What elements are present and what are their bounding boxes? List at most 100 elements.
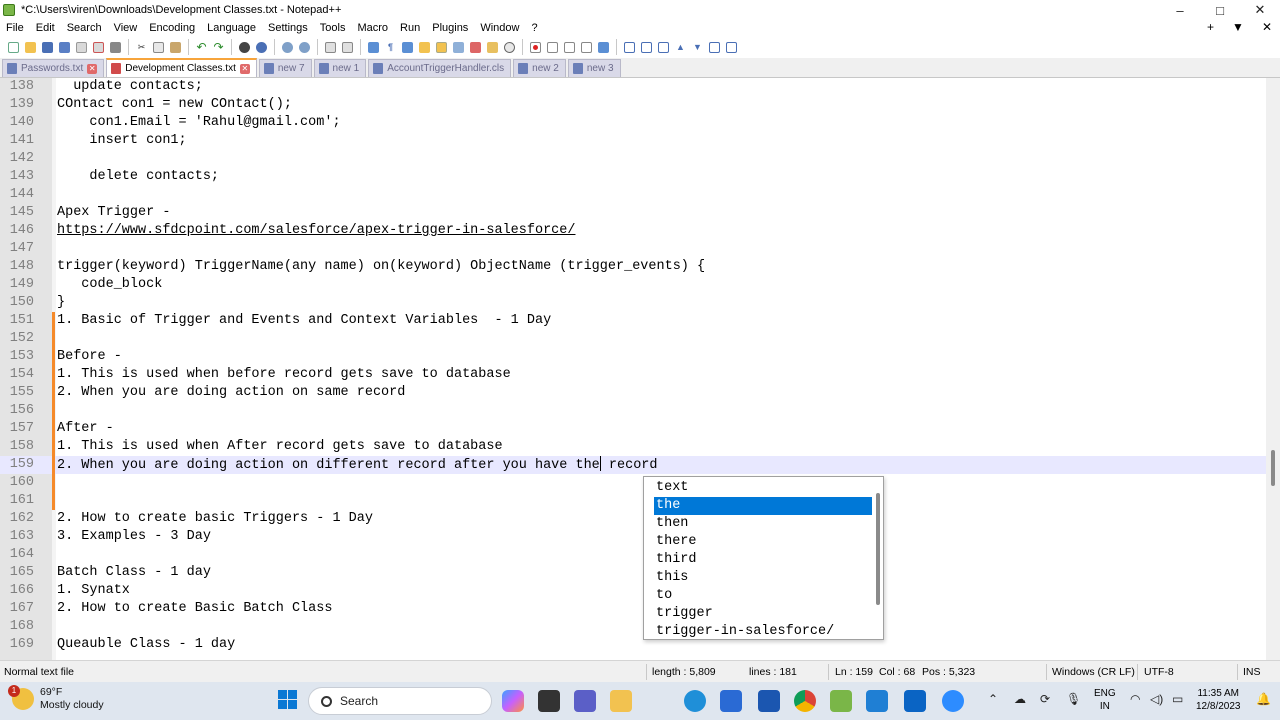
editor-line[interactable]: 147 [0,240,1266,258]
open-file-icon[interactable] [23,40,38,55]
menu-plugins[interactable]: Plugins [432,22,468,34]
autocomplete-item[interactable]: this [654,569,872,587]
sync-icon[interactable]: ⟳ [1040,692,1050,706]
close-all-icon[interactable] [91,40,106,55]
autocomplete-scrollbar[interactable] [876,493,880,605]
tab-close-icon[interactable]: ✕ [239,63,250,74]
tab-new-2[interactable]: new 2 [513,59,566,77]
save-macro-icon[interactable] [596,40,611,55]
stop-macro-icon[interactable] [545,40,560,55]
task-view-icon[interactable] [538,690,560,712]
editor-line[interactable]: 138 update contacts; [0,78,1266,96]
editor-line[interactable]: 160 [0,474,1266,492]
editor-line[interactable]: 146 https://www.sfdcpoint.com/salesforce/… [0,222,1266,240]
undo-icon[interactable]: ↶ [194,40,209,55]
show-hidden-icons[interactable]: ⌃ [988,692,998,706]
tab-development-classes[interactable]: Development Classes.txt ✕ [106,58,257,77]
folder-workspace-icon[interactable] [485,40,500,55]
plugin-b-icon[interactable] [639,40,654,55]
editor-line[interactable]: 163 3. Examples - 3 Day [0,528,1266,546]
editor-line[interactable]: 141 insert con1; [0,132,1266,150]
play-macro-icon[interactable] [562,40,577,55]
autocomplete-item-selected[interactable]: the [654,497,872,515]
run-macro-multiple-icon[interactable] [579,40,594,55]
store-icon[interactable] [720,690,742,712]
autocomplete-item[interactable]: then [654,515,872,533]
editor-line[interactable]: 143 delete contacts; [0,168,1266,186]
cut-icon[interactable]: ✂ [134,40,149,55]
show-all-chars-icon[interactable]: ¶ [383,40,398,55]
editor-line[interactable]: 156 [0,402,1266,420]
editor-line[interactable]: 155 2. When you are doing action on same … [0,384,1266,402]
status-encoding[interactable]: UTF-8 [1144,666,1174,678]
editor-line[interactable]: 168 [0,618,1266,636]
indent-guide-icon[interactable] [400,40,415,55]
replace-icon[interactable] [254,40,269,55]
zoom-icon[interactable] [942,690,964,712]
tab-passwords[interactable]: Passwords.txt ✕ [2,59,105,77]
new-file-icon[interactable] [6,40,21,55]
tab-new-1[interactable]: new 1 [313,59,367,77]
autocomplete-item[interactable]: to [654,587,872,605]
menu-language[interactable]: Language [207,22,256,34]
editor-line[interactable]: 154 1. This is used when before record ge… [0,366,1266,384]
editor-line[interactable]: 164 [0,546,1266,564]
editor-line[interactable]: 142 [0,150,1266,168]
cloud-icon[interactable]: ☁ [1014,692,1026,706]
menu-run[interactable]: Run [400,22,420,34]
menu-macro[interactable]: Macro [357,22,388,34]
scrollbar-thumb[interactable] [1271,450,1275,486]
battery-icon[interactable]: ▭ [1172,692,1183,706]
find-icon[interactable] [237,40,252,55]
tab-list-button[interactable]: ▼ [1232,20,1244,34]
editor-line[interactable]: 145 Apex Trigger - [0,204,1266,222]
plugin-c-icon[interactable] [656,40,671,55]
plugin-a-icon[interactable] [622,40,637,55]
maximize-button[interactable]: □ [1200,0,1240,20]
zoom-out-icon[interactable] [297,40,312,55]
editor-line[interactable]: 157 After - [0,420,1266,438]
taskbar-search[interactable]: Search [308,687,492,715]
notifications-icon[interactable]: 🔔 [1256,692,1271,706]
editor-line[interactable]: 162 2. How to create basic Triggers - 1 D… [0,510,1266,528]
tab-new-3[interactable]: new 3 [567,59,621,77]
editor-line[interactable]: 161 [0,492,1266,510]
paste-icon[interactable] [168,40,183,55]
editor-line[interactable]: 148 trigger(keyword) TriggerName(any name… [0,258,1266,276]
status-eol[interactable]: Windows (CR LF) [1052,666,1135,678]
autocomplete-item[interactable]: third [654,551,872,569]
redo-icon[interactable]: ↷ [211,40,226,55]
editor-line[interactable]: 151 1. Basic of Trigger and Events and Co… [0,312,1266,330]
autocomplete-item[interactable]: text [654,479,872,497]
record-macro-icon[interactable] [528,40,543,55]
menu-encoding[interactable]: Encoding [149,22,195,34]
microphone-icon[interactable]: 🎙 [1066,692,1081,706]
doc-list-icon[interactable] [451,40,466,55]
save-all-icon[interactable] [57,40,72,55]
text-editor[interactable]: 138 update contacts; 139 COntact con1 = ne… [0,78,1280,660]
editor-line[interactable]: 165 Batch Class - 1 day [0,564,1266,582]
editor-line[interactable]: 152 [0,330,1266,348]
vscode-icon[interactable] [866,690,888,712]
sync-vertical-icon[interactable] [323,40,338,55]
move-down-icon[interactable]: ▼ [690,40,705,55]
input-language[interactable]: ENG IN [1094,687,1116,713]
autocomplete-item[interactable]: trigger [654,605,872,623]
doc-map-icon[interactable] [434,40,449,55]
file-explorer-icon[interactable] [610,690,632,712]
editor-line[interactable]: 166 1. Synatx [0,582,1266,600]
new-tab-button[interactable]: + [1207,20,1214,34]
print-icon[interactable] [108,40,123,55]
wifi-icon[interactable]: ◠ [1130,692,1140,706]
menu-tools[interactable]: Tools [320,22,346,34]
current-line[interactable]: 159 2. When you are doing action on diffe… [0,456,1266,474]
outlook-new-icon[interactable] [758,690,780,712]
close-button[interactable]: ✕ [1240,0,1280,20]
copy-icon[interactable] [151,40,166,55]
editor-line[interactable]: 150} [0,294,1266,312]
menu-window[interactable]: Window [480,22,519,34]
sync-horizontal-icon[interactable] [340,40,355,55]
editor-line[interactable]: 158 1. This is used when After record get… [0,438,1266,456]
edge-icon[interactable] [684,690,706,712]
hyperlink-text[interactable]: https://www.sfdcpoint.com/salesforce/ape… [57,222,575,240]
